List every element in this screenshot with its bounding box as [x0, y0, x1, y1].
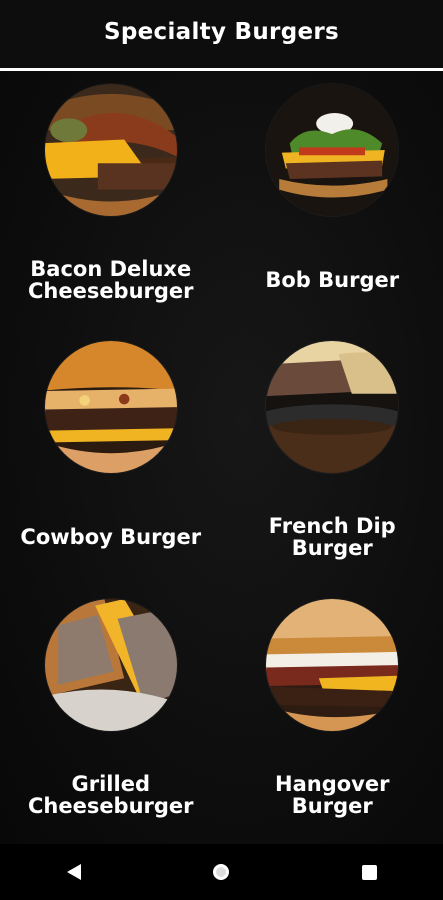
home-button[interactable]	[191, 844, 251, 900]
cowboy-burger-photo[interactable]	[44, 341, 177, 474]
burger-grid: Bacon Deluxe Cheeseburger Bob Burger Cow…	[0, 72, 443, 844]
header-divider	[0, 68, 443, 71]
menu-item-label: French Dip Burger	[268, 514, 396, 561]
recents-icon	[361, 864, 377, 880]
menu-item-grilled-cheeseburger[interactable]: Grilled Cheeseburger	[0, 587, 222, 844]
bob-burger-photo[interactable]	[266, 84, 399, 216]
menu-item-label: Bob Burger	[265, 268, 400, 292]
menu-item-label: Cowboy Burger	[20, 525, 202, 550]
menu-item-bacon-deluxe-cheeseburger[interactable]: Bacon Deluxe Cheeseburger	[0, 72, 222, 329]
menu-item-label: Bacon Deluxe Cheeseburger	[27, 257, 194, 303]
menu-item-cowboy-burger[interactable]: Cowboy Burger	[0, 329, 222, 586]
menu-item-french-dip-burger[interactable]: French Dip Burger	[222, 329, 443, 586]
grilled-cheeseburger-photo[interactable]	[44, 598, 177, 731]
menu-item-label: Hangover Burger	[275, 771, 390, 818]
back-button[interactable]	[44, 844, 104, 900]
bacon-deluxe-photo[interactable]	[44, 84, 177, 216]
french-dip-photo[interactable]	[266, 341, 399, 474]
menu-item-hangover-burger[interactable]: Hangover Burger	[222, 587, 443, 844]
page-title: Specialty Burgers	[104, 19, 339, 45]
menu-item-label: Grilled Cheeseburger	[27, 771, 194, 818]
system-navigation-bar	[0, 844, 443, 900]
app-header: Specialty Burgers	[0, 0, 443, 64]
home-icon	[213, 864, 230, 880]
recents-button[interactable]	[339, 844, 399, 900]
menu-item-bob-burger[interactable]: Bob Burger	[222, 72, 443, 329]
back-icon	[66, 864, 81, 880]
hangover-burger-photo[interactable]	[266, 598, 399, 731]
